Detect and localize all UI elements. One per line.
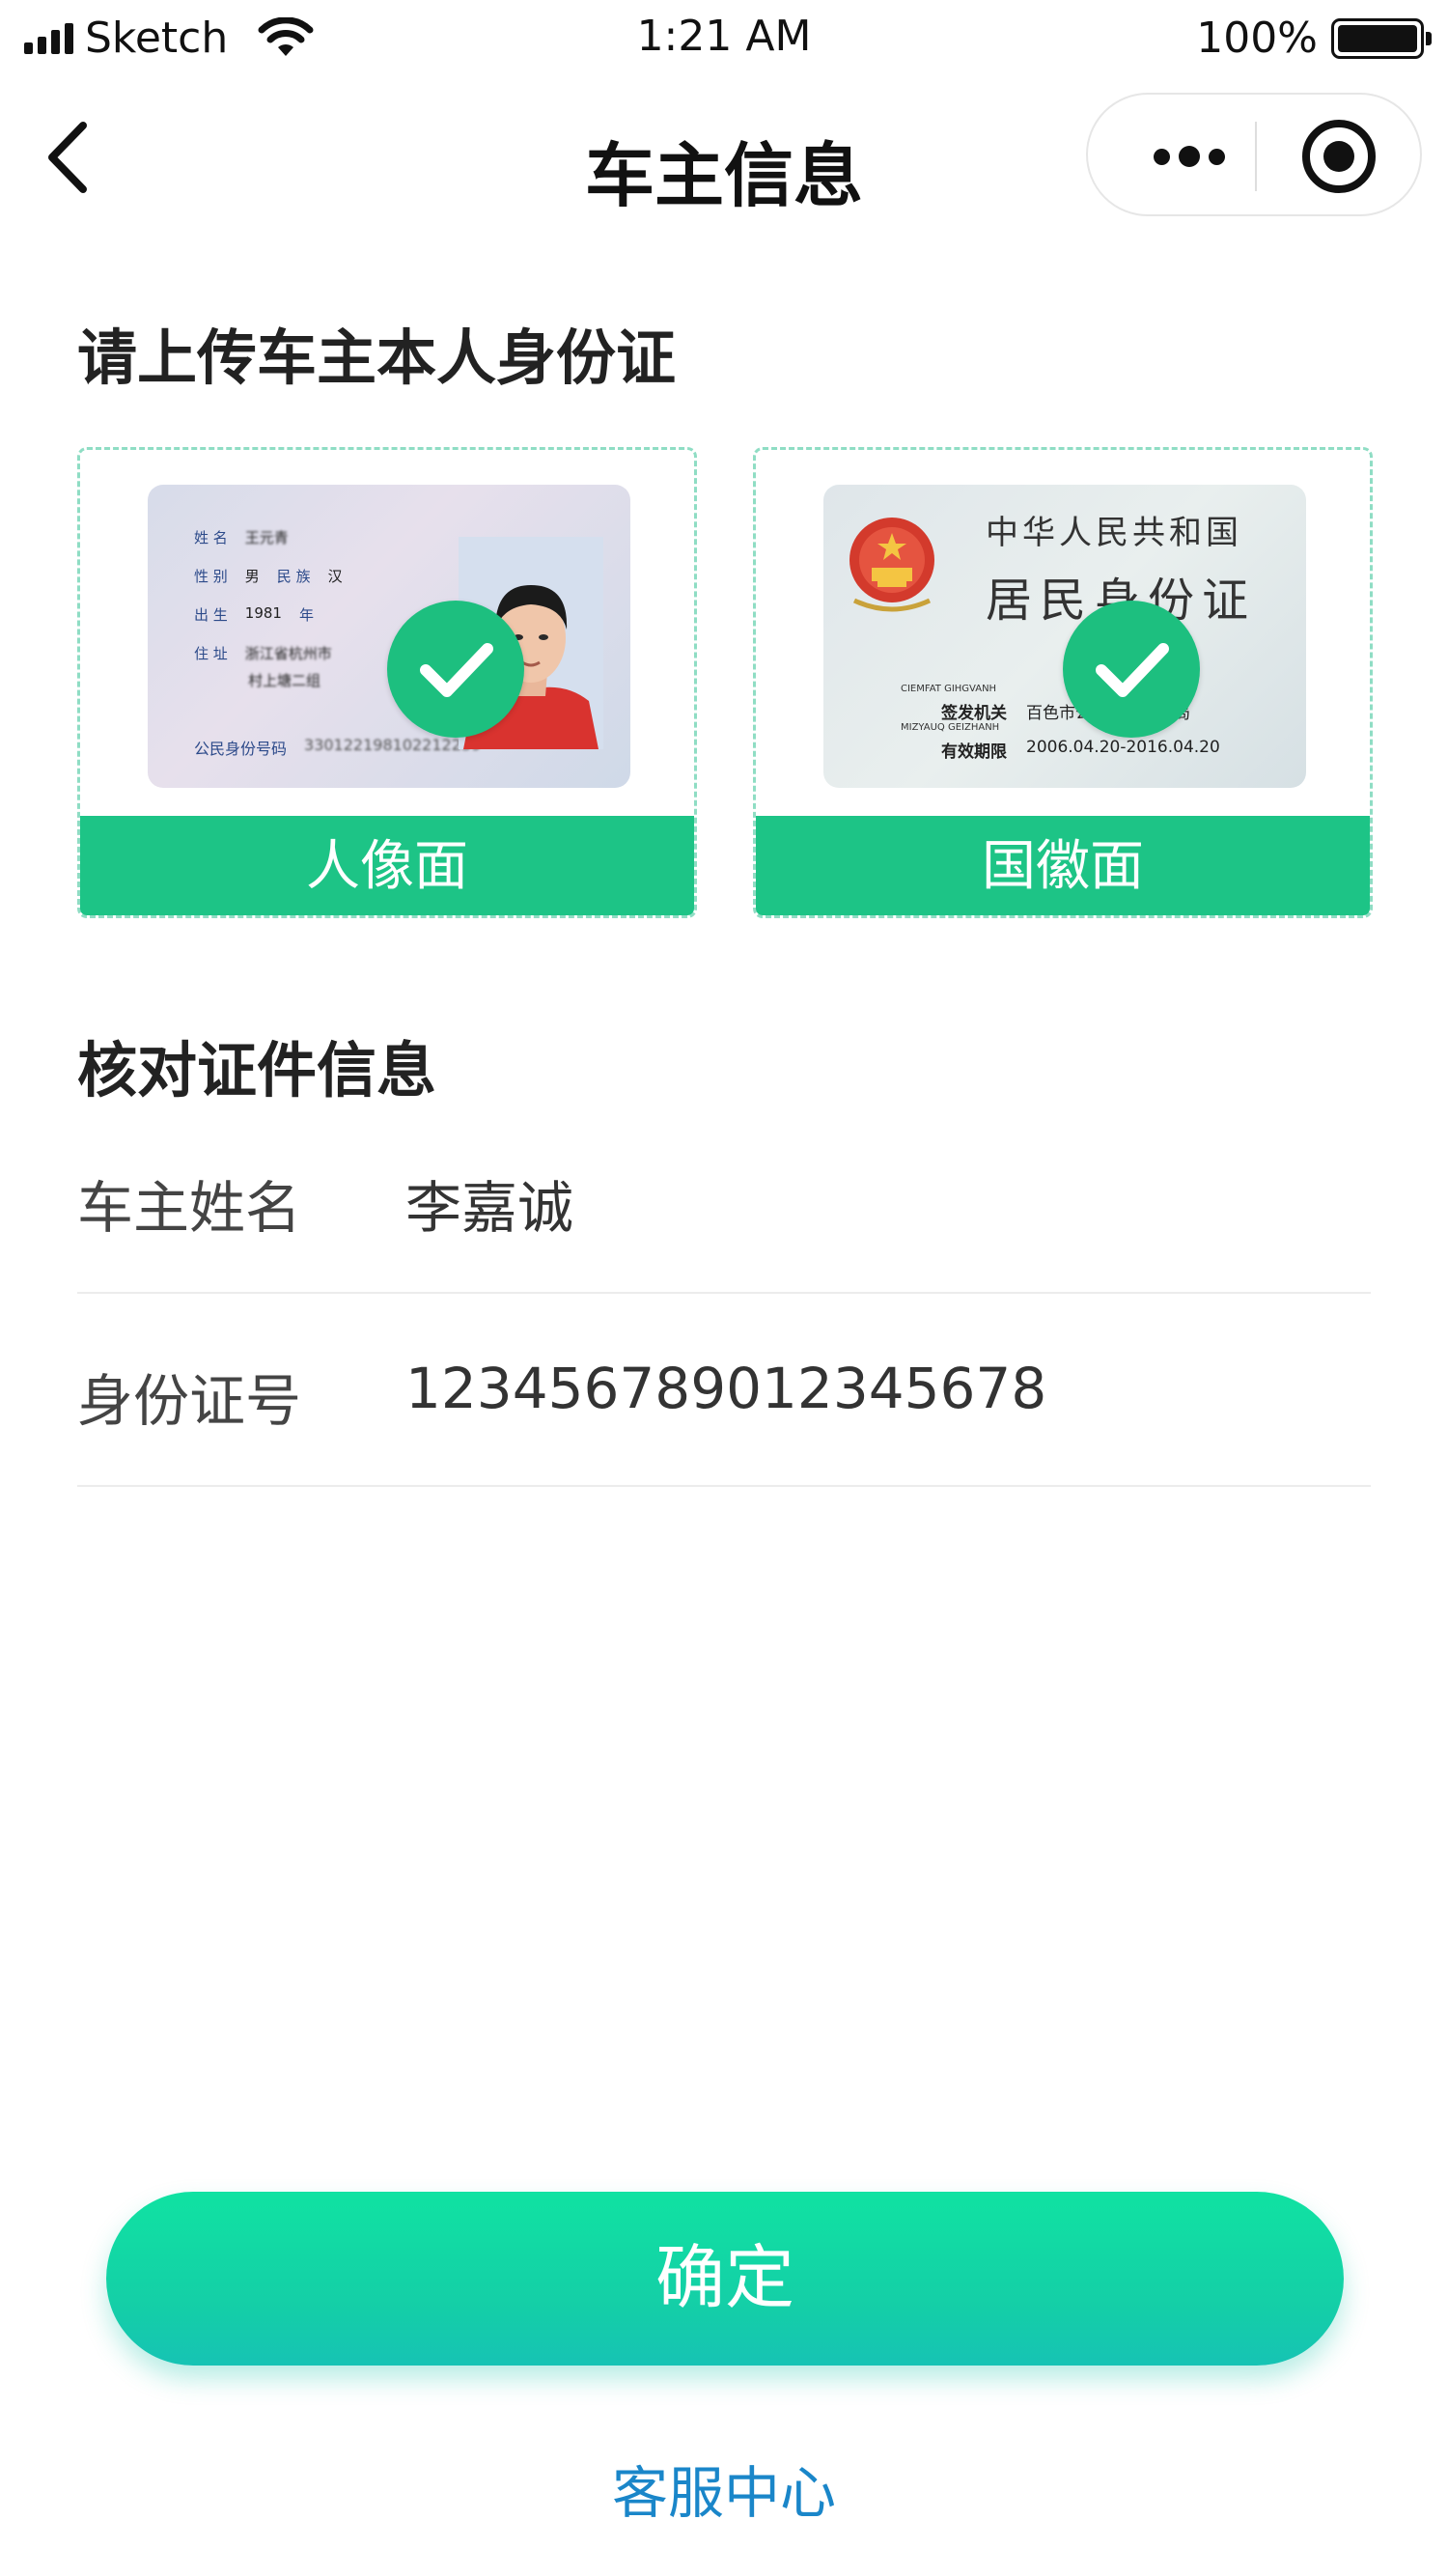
customer-service-link[interactable]: 客服中心	[0, 2448, 1448, 2529]
battery-icon	[1331, 17, 1432, 59]
id-sex-label: 性 别	[194, 568, 228, 585]
id-number-label: 公民身份号码	[194, 740, 288, 758]
owner-name-value[interactable]: 李嘉诚	[405, 1162, 573, 1244]
id-authority-label: 签发机关	[941, 704, 1007, 723]
id-address-row2: 村上塘二组	[248, 670, 320, 690]
national-emblem-icon	[849, 518, 934, 612]
id-front-upload-card[interactable]: 姓 名 王元青 性 别 男 民 族 汉 出 生 1981 年 住 址 浙江省杭州…	[77, 447, 697, 918]
id-number-row: 公民身份号码 330122198102212239	[194, 736, 481, 759]
id-validity-value: 2006.04.20-2016.04.20	[1026, 738, 1220, 757]
navigation-bar: 车主信息	[0, 87, 1448, 232]
id-birth-label: 出 生	[194, 606, 228, 624]
check-icon	[1063, 601, 1200, 738]
id-birth-value: 1981	[244, 604, 282, 622]
owner-name-label: 车主姓名	[77, 1175, 302, 1241]
status-bar: Sketch 1:21 AM 100%	[0, 0, 1448, 87]
id-address-row: 住 址 浙江省杭州市	[194, 643, 332, 663]
id-back-image: 中华人民共和国 居民身份证 CIEMFAT GIHGVANH 签发机关 百色市公…	[823, 485, 1306, 788]
id-sex-value: 男	[244, 568, 260, 585]
status-right: 100%	[1196, 14, 1432, 63]
id-validity-label: 有效期限	[941, 742, 1007, 762]
id-birth-unit: 年	[298, 606, 314, 624]
id-back-upload-card[interactable]: 中华人民共和国 居民身份证 CIEMFAT GIHGVANH 签发机关 百色市公…	[753, 447, 1373, 918]
id-front-image: 姓 名 王元青 性 别 男 民 族 汉 出 生 1981 年 住 址 浙江省杭州…	[148, 485, 630, 788]
id-ethnic-label: 民 族	[276, 568, 311, 585]
emblem-side-label: 国徽面	[756, 816, 1370, 915]
id-name-row: 姓 名 王元青	[194, 527, 289, 547]
id-address-line1: 浙江省杭州市	[244, 645, 332, 662]
check-icon	[387, 601, 524, 738]
id-address-line2: 村上塘二组	[248, 672, 321, 689]
id-sex-row: 性 别 男 民 族 汉	[194, 566, 343, 586]
portrait-side-label: 人像面	[80, 816, 694, 915]
mini-program-capsule	[1086, 93, 1422, 216]
id-number-info-label: 身份证号	[77, 1368, 302, 1434]
battery-percent: 100%	[1196, 14, 1318, 63]
id-validity-pinyin: MIZYAUQ GEIZHANH	[901, 722, 1000, 733]
id-ethnic-value: 汉	[327, 568, 343, 585]
more-dots-icon[interactable]	[1136, 127, 1242, 185]
owner-name-row: 车主姓名 李嘉诚	[77, 1101, 1371, 1294]
id-number-value: 330122198102212239	[304, 736, 482, 754]
target-close-icon[interactable]	[1302, 120, 1376, 193]
id-number-info-row: 身份证号 123456789012345678	[77, 1294, 1371, 1487]
id-address-label: 住 址	[194, 645, 228, 662]
id-country-text: 中华人民共和国	[986, 514, 1242, 552]
id-birth-row: 出 生 1981 年	[194, 604, 314, 625]
id-number-info-value[interactable]: 123456789012345678	[405, 1356, 1046, 1421]
confirm-button[interactable]: 确定	[106, 2192, 1344, 2366]
verify-heading: 核对证件信息	[77, 1035, 437, 1106]
id-name-value: 王元青	[244, 529, 289, 546]
upload-heading: 请上传车主本人身份证	[77, 322, 677, 393]
id-authority-pinyin: CIEMFAT GIHGVANH	[901, 684, 997, 694]
capsule-divider	[1255, 122, 1257, 191]
id-name-label: 姓 名	[194, 529, 228, 546]
